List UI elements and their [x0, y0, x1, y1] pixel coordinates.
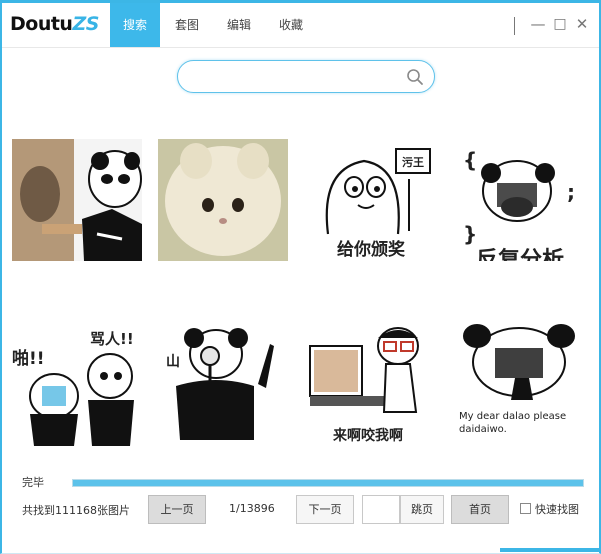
- app-logo: DoutuZS: [10, 13, 99, 35]
- svg-text:反复分析: 反复分析: [476, 247, 564, 261]
- bottom-accent-strip: [500, 548, 599, 552]
- result-image-5[interactable]: 啪!! 骂人!!: [12, 324, 142, 446]
- jump-page-input[interactable]: [362, 495, 400, 524]
- progress-bar-fill: [73, 480, 583, 486]
- progress-bar: [72, 479, 584, 487]
- svg-text:污王: 污王: [402, 155, 424, 169]
- search-icon[interactable]: [406, 68, 424, 86]
- minimize-icon[interactable]: —: [530, 15, 546, 33]
- svg-text:山: 山: [166, 354, 180, 370]
- result-count-text: 共找到111168张图片: [22, 504, 130, 517]
- progress-status-label: 完毕: [22, 476, 44, 489]
- svg-text:来啊咬我啊: 来啊咬我啊: [332, 427, 403, 444]
- home-page-button[interactable]: 首页: [451, 495, 509, 524]
- title-divider: [2, 47, 599, 48]
- svg-text:给你颁奖: 给你颁奖: [337, 239, 406, 260]
- svg-text:;: ;: [567, 180, 575, 204]
- maximize-icon[interactable]: □: [552, 15, 568, 33]
- tab-favorites[interactable]: 收藏: [266, 3, 316, 47]
- svg-text:啪!!: 啪!!: [12, 348, 45, 369]
- result-image-8[interactable]: My dear dalao please daidaiwo.: [455, 324, 585, 446]
- quick-find-checkbox[interactable]: [520, 503, 531, 514]
- search-input[interactable]: [190, 67, 400, 87]
- search-box: [177, 60, 435, 93]
- result-image-4[interactable]: { ; } 反复分析: [455, 139, 585, 261]
- result-image-3[interactable]: 污王 给你颁奖: [306, 139, 436, 261]
- window-controls-separator: [514, 17, 515, 35]
- svg-text:骂人!!: 骂人!!: [90, 330, 134, 348]
- tab-sets[interactable]: 套图: [162, 3, 212, 47]
- title-bar: DoutuZS 搜索 套图 编辑 收藏 — □ ✕: [2, 3, 599, 47]
- tab-search[interactable]: 搜索: [110, 3, 160, 47]
- close-icon[interactable]: ✕: [574, 15, 590, 33]
- svg-text:}: }: [463, 222, 477, 246]
- svg-text:{: {: [463, 148, 477, 172]
- result-image-6[interactable]: 山: [158, 324, 288, 446]
- jump-page-button[interactable]: 跳页: [400, 495, 444, 524]
- page-indicator: 1/13896: [229, 502, 275, 515]
- next-page-button[interactable]: 下一页: [296, 495, 354, 524]
- result-image-2[interactable]: [158, 139, 288, 261]
- result-image-7[interactable]: 来啊咬我啊: [306, 324, 436, 446]
- tab-edit[interactable]: 编辑: [214, 3, 264, 47]
- result-image-1[interactable]: [12, 139, 142, 261]
- prev-page-button[interactable]: 上一页: [148, 495, 206, 524]
- quick-find-label: 快速找图: [535, 503, 579, 516]
